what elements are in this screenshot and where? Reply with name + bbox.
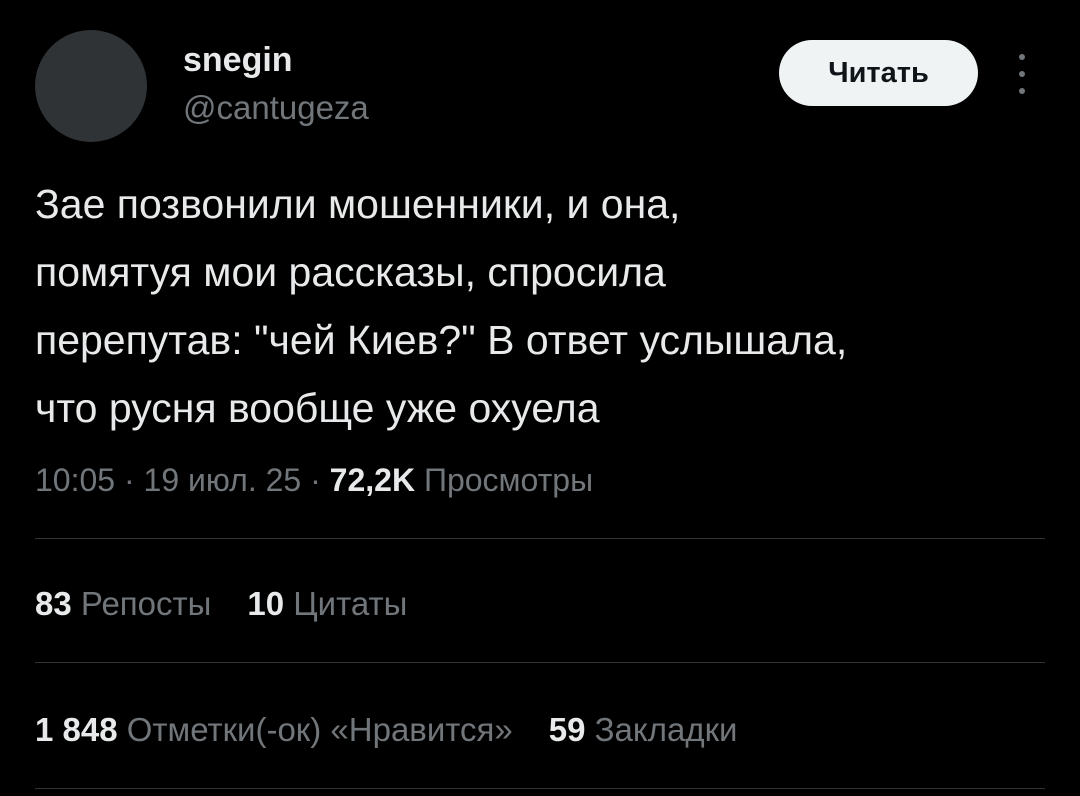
reposts-label: Репосты	[80, 585, 212, 622]
tweet-date[interactable]: 19 июл. 25	[144, 462, 302, 498]
tweet-text: Зае позвонили мошенники, и она, помятуя …	[35, 181, 848, 431]
tweet-meta: 10:05 · 19 июл. 25 · 72,2K Просмотры	[35, 458, 593, 502]
quotes-stat[interactable]: 10 Цитаты	[247, 582, 407, 626]
bookmarks-label: Закладки	[594, 711, 738, 748]
bookmarks-count: 59	[548, 711, 586, 748]
stats-row-likes-bookmarks: 1 848 Отметки(-ок) «Нравится» 59 Закладк…	[35, 708, 737, 752]
views-label: Просмотры	[423, 462, 594, 498]
divider	[35, 538, 1045, 539]
more-vertical-icon[interactable]	[1010, 54, 1034, 94]
more-dot	[1019, 88, 1025, 94]
divider	[35, 788, 1045, 789]
meta-separator: ·	[310, 462, 330, 498]
likes-stat[interactable]: 1 848 Отметки(-ок) «Нравится»	[35, 708, 513, 752]
meta-separator: ·	[123, 462, 144, 498]
views-count: 72,2K	[329, 462, 416, 498]
follow-button[interactable]: Читать	[779, 40, 978, 106]
quotes-label: Цитаты	[293, 585, 408, 622]
author-handle[interactable]: @cantugeza	[183, 88, 369, 128]
quotes-count: 10	[247, 585, 285, 622]
likes-count: 1 848	[35, 711, 118, 748]
stats-row-reposts-quotes: 83 Репосты 10 Цитаты	[35, 582, 407, 626]
more-dot	[1019, 71, 1025, 77]
likes-label: Отметки(-ок) «Нравится»	[126, 711, 513, 748]
author-display-name[interactable]: snegin	[183, 40, 293, 80]
more-dot	[1019, 54, 1025, 60]
reposts-count: 83	[35, 585, 72, 622]
tweet-time[interactable]: 10:05	[35, 462, 115, 498]
bookmarks-stat[interactable]: 59 Закладки	[549, 708, 738, 752]
avatar[interactable]	[35, 30, 147, 142]
divider	[35, 662, 1045, 663]
reposts-stat[interactable]: 83 Репосты	[35, 582, 211, 626]
